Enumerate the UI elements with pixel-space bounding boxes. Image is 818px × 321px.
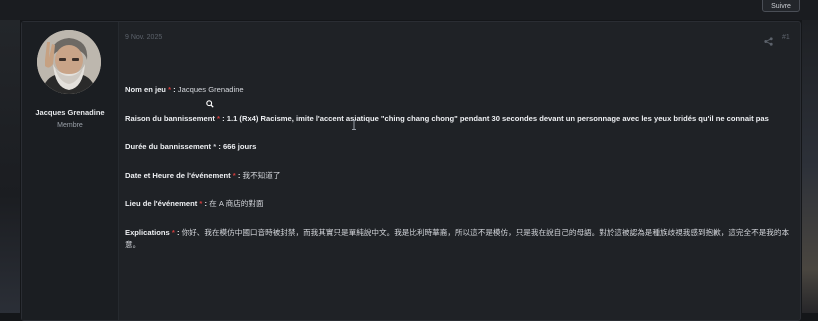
author-name[interactable]: Jacques Grenadine: [22, 108, 118, 117]
field-event-location: Lieu de l'événement * : 在 A 商店的對面: [125, 198, 795, 210]
field-label: Date et Heure de l'événement: [125, 170, 231, 180]
field-event-datetime: Date et Heure de l'événement * : 我不知道了: [125, 170, 795, 182]
top-strip: Suivre: [0, 0, 818, 20]
background-edge-left: [0, 20, 20, 313]
field-ban-reason: Raison du bannissement * : 1.1 (Rx4) Rac…: [125, 113, 795, 125]
author-role: Membre: [57, 122, 83, 129]
post-date[interactable]: 9 Nov. 2025: [125, 34, 162, 41]
post-number[interactable]: #1: [782, 34, 790, 41]
post-body: Nom en jeu * : Jacques Grenadine Raison …: [125, 84, 795, 267]
required-marker: *: [171, 227, 175, 237]
field-label: Explications: [125, 227, 170, 237]
field-value: 我不知道了: [242, 170, 281, 180]
field-player-name: Nom en jeu * : Jacques Grenadine: [125, 84, 795, 96]
field-explanations: Explications * : 你好、我在模仿中國口音時被封禁，而我其實只是單…: [125, 227, 795, 251]
text-cursor-icon: [351, 117, 357, 135]
field-label: Durée du bannissement: [125, 142, 212, 151]
required-marker: *: [232, 170, 236, 180]
avatar-portrait: [37, 30, 101, 94]
field-separator: :: [222, 113, 225, 123]
field-ban-duration: Durée du bannissement * : 666 jours: [125, 141, 795, 153]
share-icon[interactable]: [764, 33, 773, 51]
field-value: 1.1 (Rx4) Racisme, imite l'accent asiati…: [226, 113, 769, 123]
background-edge-right: [802, 20, 818, 313]
field-value: 你好、我在模仿中國口音時被封禁，而我其實只是單純說中文。我是比利時華裔，所以這不…: [125, 227, 790, 249]
author-avatar[interactable]: [37, 30, 101, 94]
field-label: Lieu de l'événement: [125, 199, 198, 208]
field-value: 666 jours: [222, 142, 257, 151]
required-marker: *: [199, 199, 203, 208]
field-label: Nom en jeu: [125, 85, 166, 94]
author-column: Jacques Grenadine Membre: [22, 22, 119, 320]
field-value: 在 A 商店的對面: [209, 199, 264, 208]
cursor-icon: [206, 95, 214, 113]
follow-button[interactable]: Suivre: [762, 0, 800, 12]
required-marker: *: [217, 113, 220, 123]
field-value: Jacques Grenadine: [177, 85, 244, 94]
forum-post: Jacques Grenadine Membre 9 Nov. 2025 #1 …: [21, 21, 801, 321]
required-marker: *: [168, 85, 172, 94]
field-label: Raison du bannissement: [125, 113, 215, 123]
required-marker: *: [213, 142, 217, 151]
